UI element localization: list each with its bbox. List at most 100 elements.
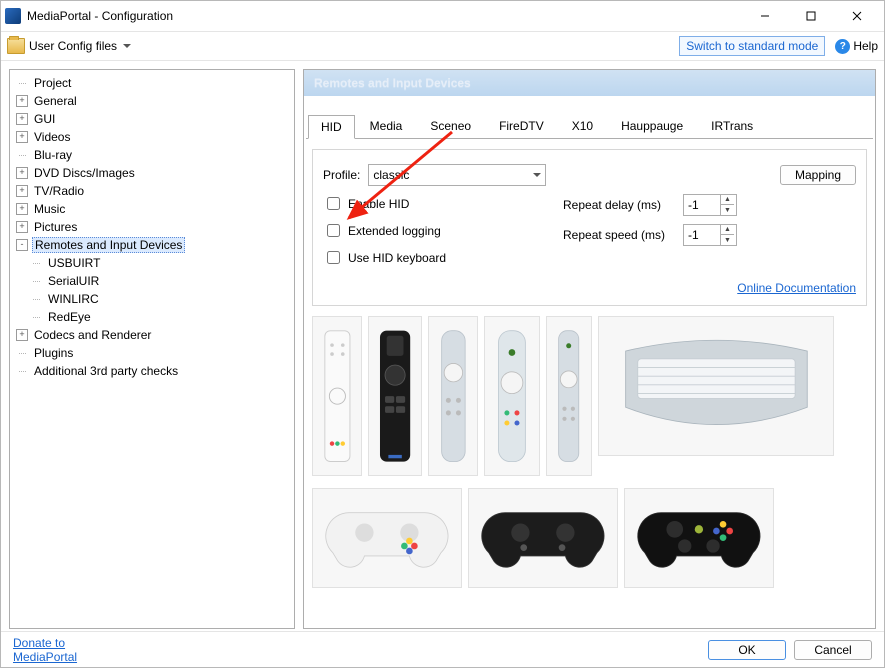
expand-icon[interactable]: + [16,185,28,197]
tree-item-remotes-and-input-devices[interactable]: -Remotes and Input Devices [16,236,292,254]
down-arrow-icon[interactable]: ▼ [721,235,734,245]
tree-leaf-icon: ···· [30,276,42,286]
tree-leaf-icon: ···· [16,348,28,358]
remote-silver-image [428,316,478,476]
tree-item-label: Blu-ray [32,148,74,162]
tree-item-label: Music [32,202,67,216]
tree-item-usbuirt[interactable]: ···· USBUIRT [30,254,292,272]
tree-item-label: GUI [32,112,57,126]
tab-strip: HIDMediaSceneoFireDTVX10HauppaugeIRTrans [304,96,875,138]
tree-item-label: Plugins [32,346,75,360]
expand-icon[interactable]: + [16,95,28,107]
hid-settings-group: Profile: classic Mapping Enable HID Exte… [312,149,867,306]
profile-label: Profile: [323,168,360,182]
toolbar: User Config files Switch to standard mod… [1,31,884,61]
up-arrow-icon[interactable]: ▲ [721,225,734,235]
tree-item-label: Additional 3rd party checks [32,364,180,378]
expand-icon[interactable]: + [16,203,28,215]
tree-item-label: Pictures [32,220,79,234]
window-title: MediaPortal - Configuration [27,9,742,23]
tree-item-videos[interactable]: + Videos [16,128,292,146]
tree-item-label: Videos [32,130,72,144]
tree-item-project[interactable]: ···· Project [16,74,292,92]
page-title: Remotes and Input Devices [304,70,875,96]
tree-leaf-icon: ···· [16,150,28,160]
tree-item-label: Codecs and Renderer [32,328,153,342]
content-panel: Remotes and Input Devices HIDMediaSceneo… [303,69,876,629]
minimize-button[interactable] [742,1,788,31]
tree-item-additional-3rd-party-checks[interactable]: ···· Additional 3rd party checks [16,362,292,380]
close-button[interactable] [834,1,880,31]
tree-item-music[interactable]: + Music [16,200,292,218]
tree-item-plugins[interactable]: ···· Plugins [16,344,292,362]
expand-icon[interactable]: + [16,167,28,179]
tree-leaf-icon: ···· [30,312,42,322]
tree-item-redeye[interactable]: ···· RedEye [30,308,292,326]
tree-item-label: Remotes and Input Devices [32,237,185,253]
tab-sceneo[interactable]: Sceneo [417,114,484,138]
up-arrow-icon[interactable]: ▲ [721,195,734,205]
user-config-files-label[interactable]: User Config files [29,39,117,53]
app-icon [5,8,21,24]
device-gallery [304,306,875,598]
tree-leaf-icon: ···· [16,366,28,376]
switch-mode-link[interactable]: Switch to standard mode [679,36,825,56]
profile-select[interactable]: classic [368,164,546,186]
repeat-delay-input[interactable] [684,197,720,213]
help-label: Help [853,39,878,53]
repeat-speed-input[interactable] [684,227,720,243]
tab-x10[interactable]: X10 [559,114,606,138]
tab-hauppauge[interactable]: Hauppauge [608,114,696,138]
tab-media[interactable]: Media [357,114,416,138]
remote-silver2-image [484,316,540,476]
tree-item-label: Project [32,76,73,90]
tree-item-codecs-and-renderer[interactable]: + Codecs and Renderer [16,326,292,344]
tree-item-label: USBUIRT [46,256,102,270]
tree-item-winlirc[interactable]: ····WINLIRC [30,290,292,308]
folder-icon [7,38,25,54]
enable-hid-checkbox[interactable]: Enable HID [323,194,409,213]
extended-logging-checkbox[interactable]: Extended logging [323,221,441,240]
footer: Donate to MediaPortal OK Cancel [1,631,884,667]
tree-leaf-icon: ···· [30,258,42,268]
tree-leaf-icon: ···· [16,78,28,88]
tree-item-blu-ray[interactable]: ···· Blu-ray [16,146,292,164]
tree-item-dvd-discs-images[interactable]: +DVD Discs/Images [16,164,292,182]
tab-hid[interactable]: HID [308,115,355,139]
gamepad-white-image [312,488,462,588]
maximize-button[interactable] [788,1,834,31]
keyboard-ergonomic-image [598,316,834,456]
collapse-icon[interactable]: - [16,239,28,251]
user-config-dropdown-caret[interactable] [123,44,131,48]
use-hid-keyboard-checkbox[interactable]: Use HID keyboard [323,248,446,267]
navigation-tree[interactable]: ····Project+General+GUI+Videos····Blu-ra… [9,69,295,629]
tab-irtrans[interactable]: IRTrans [698,114,766,138]
tree-item-serialuir[interactable]: ···· SerialUIR [30,272,292,290]
expand-icon[interactable]: + [16,221,28,233]
tree-item-general[interactable]: +General [16,92,292,110]
repeat-delay-spinner[interactable]: ▲▼ [683,194,737,216]
mapping-button[interactable]: Mapping [780,165,856,185]
tab-firedtv[interactable]: FireDTV [486,114,557,138]
help-icon: ? [835,39,850,54]
ok-button[interactable]: OK [708,640,786,660]
repeat-speed-spinner[interactable]: ▲▼ [683,224,737,246]
tree-item-tv-radio[interactable]: +TV/Radio [16,182,292,200]
tree-item-label: RedEye [46,310,93,324]
tree-item-gui[interactable]: + GUI [16,110,292,128]
help-button[interactable]: ? Help [835,39,878,54]
tree-leaf-icon: ···· [30,294,42,304]
tree-item-pictures[interactable]: + Pictures [16,218,292,236]
chevron-down-icon [533,173,541,177]
donate-link[interactable]: Donate to MediaPortal [13,636,77,664]
expand-icon[interactable]: + [16,131,28,143]
tree-item-label: SerialUIR [46,274,101,288]
expand-icon[interactable]: + [16,113,28,125]
online-documentation-link[interactable]: Online Documentation [737,281,856,295]
remote-black-image [368,316,422,476]
expand-icon[interactable]: + [16,329,28,341]
gamepad-black1-image [468,488,618,588]
down-arrow-icon[interactable]: ▼ [721,205,734,215]
cancel-button[interactable]: Cancel [794,640,872,660]
gamepad-black2-image [624,488,774,588]
